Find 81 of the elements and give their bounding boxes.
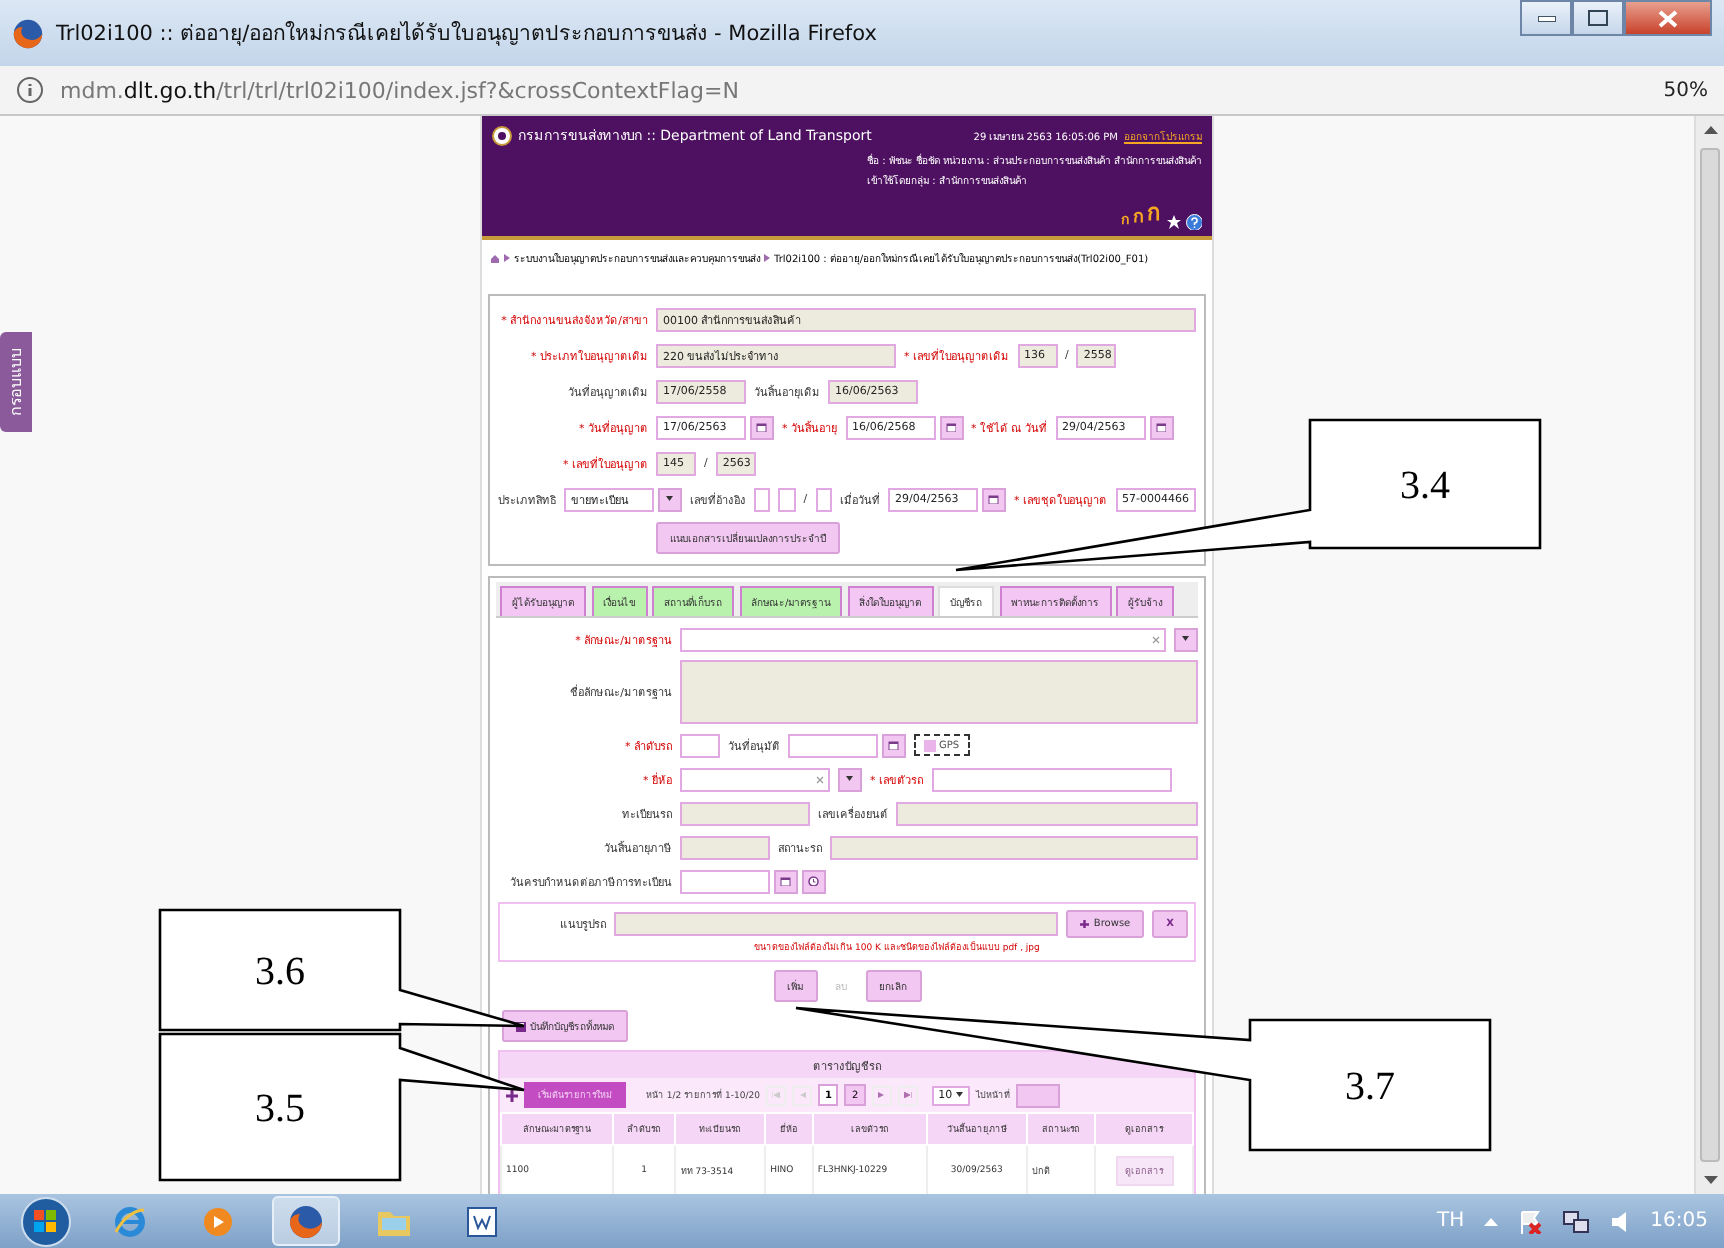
flag-icon[interactable] — [1518, 1209, 1543, 1233]
calendar-icon — [780, 875, 792, 887]
network-icon[interactable] — [1562, 1209, 1591, 1233]
checkbox[interactable] — [924, 739, 936, 751]
dropdown-button[interactable] — [838, 767, 862, 791]
taskbar-button[interactable] — [272, 1196, 340, 1246]
calendar-icon — [756, 421, 768, 433]
calendar-button[interactable] — [982, 487, 1007, 511]
plus-icon — [1080, 919, 1090, 929]
font-size-link[interactable]: ก — [1133, 202, 1143, 230]
start-button[interactable] — [16, 1195, 76, 1247]
combo-field[interactable] — [680, 627, 1166, 651]
document-icon — [466, 1205, 498, 1237]
plus-icon[interactable] — [506, 1089, 518, 1101]
calendar-icon — [888, 739, 900, 751]
caret-icon — [666, 496, 674, 502]
clock-button[interactable] — [802, 869, 826, 893]
caret-icon — [846, 776, 854, 782]
browser-icon — [112, 1203, 148, 1239]
info-icon — [16, 76, 44, 104]
last-page-icon — [903, 1092, 912, 1098]
calendar-button[interactable] — [750, 415, 774, 439]
tray-arrow-icon[interactable] — [1484, 1217, 1499, 1225]
input-field[interactable] — [680, 835, 770, 859]
combo-field[interactable] — [680, 767, 830, 791]
calendar-button[interactable] — [774, 869, 798, 893]
calendar-button[interactable] — [882, 733, 906, 757]
arrow-icon — [764, 254, 770, 262]
close-button[interactable] — [1624, 0, 1712, 36]
first-page-icon — [772, 1092, 780, 1098]
scrollbar-thumb[interactable] — [1700, 148, 1720, 1162]
maximize-button[interactable] — [1572, 0, 1624, 36]
speaker-icon[interactable] — [1610, 1209, 1631, 1233]
callout: 3.6 — [158, 908, 526, 1032]
input-field[interactable] — [815, 487, 833, 511]
home-icon — [490, 253, 500, 263]
input-field[interactable] — [680, 733, 720, 757]
file-field[interactable] — [614, 912, 1059, 936]
previous-page-icon — [799, 1092, 805, 1098]
maximize-icon — [1588, 10, 1608, 26]
date-field[interactable] — [788, 733, 878, 757]
help-icon[interactable] — [1185, 213, 1202, 230]
window-title: Trl02i100 :: ต่ออายุ/ออกใหม่กรณีเคยได้รับใบอนุญาตประกอบการขนส่ง - Mozilla Firefox — [56, 19, 879, 50]
input-field[interactable] — [778, 487, 796, 511]
clock-icon — [808, 875, 820, 887]
scroll-down-icon[interactable] — [1703, 1176, 1717, 1184]
minimize-icon — [1537, 15, 1555, 21]
zoom-level[interactable]: 50% — [1663, 79, 1708, 101]
date-field[interactable] — [680, 869, 770, 893]
font-size-link[interactable]: ก — [1147, 194, 1161, 230]
caret-icon — [1182, 636, 1190, 642]
caret-icon — [956, 1092, 964, 1098]
calendar-icon — [945, 421, 957, 433]
url-text[interactable]: mdm.dlt.go.th/trl/trl/trl02i100/index.jsf?&crossContextFlag=N — [60, 77, 1648, 103]
clock: 16:05 — [1650, 1210, 1708, 1232]
minimize-button[interactable] — [1520, 0, 1572, 36]
text-area[interactable] — [680, 660, 1198, 724]
input-field[interactable] — [896, 801, 1198, 825]
input-field[interactable] — [754, 487, 771, 511]
browser-icon — [12, 17, 44, 49]
media-player-icon — [202, 1205, 234, 1237]
calendar-icon — [988, 493, 1000, 505]
arrow-icon — [504, 254, 510, 262]
last-page-button[interactable] — [897, 1085, 918, 1105]
dropdown-button[interactable] — [658, 487, 682, 511]
dropdown-button[interactable] — [1174, 627, 1198, 651]
next-page-button[interactable] — [871, 1085, 892, 1105]
calendar-button[interactable] — [939, 415, 963, 439]
scroll-up-icon[interactable] — [1703, 126, 1717, 134]
input-field[interactable] — [830, 835, 1198, 859]
next-page-icon — [878, 1092, 885, 1098]
calendar-button[interactable] — [1149, 415, 1173, 439]
input-field[interactable] — [680, 801, 810, 825]
calendar-icon — [1155, 421, 1167, 433]
input-field[interactable] — [931, 767, 1171, 791]
side-tab[interactable]: กรอบแบบ — [0, 332, 32, 432]
browser-icon — [288, 1203, 324, 1239]
goto-field[interactable] — [1016, 1083, 1061, 1107]
close-icon — [1658, 9, 1678, 27]
emblem-icon — [492, 125, 512, 145]
star-icon[interactable] — [1165, 214, 1181, 230]
